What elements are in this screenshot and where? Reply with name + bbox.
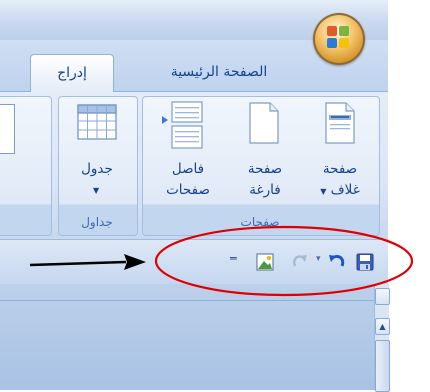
arrow-icon: [29, 260, 127, 267]
highlight-ellipse: [154, 225, 414, 297]
annotation-overlay: [29, 225, 414, 297]
arrow-head-icon: [124, 254, 146, 270]
